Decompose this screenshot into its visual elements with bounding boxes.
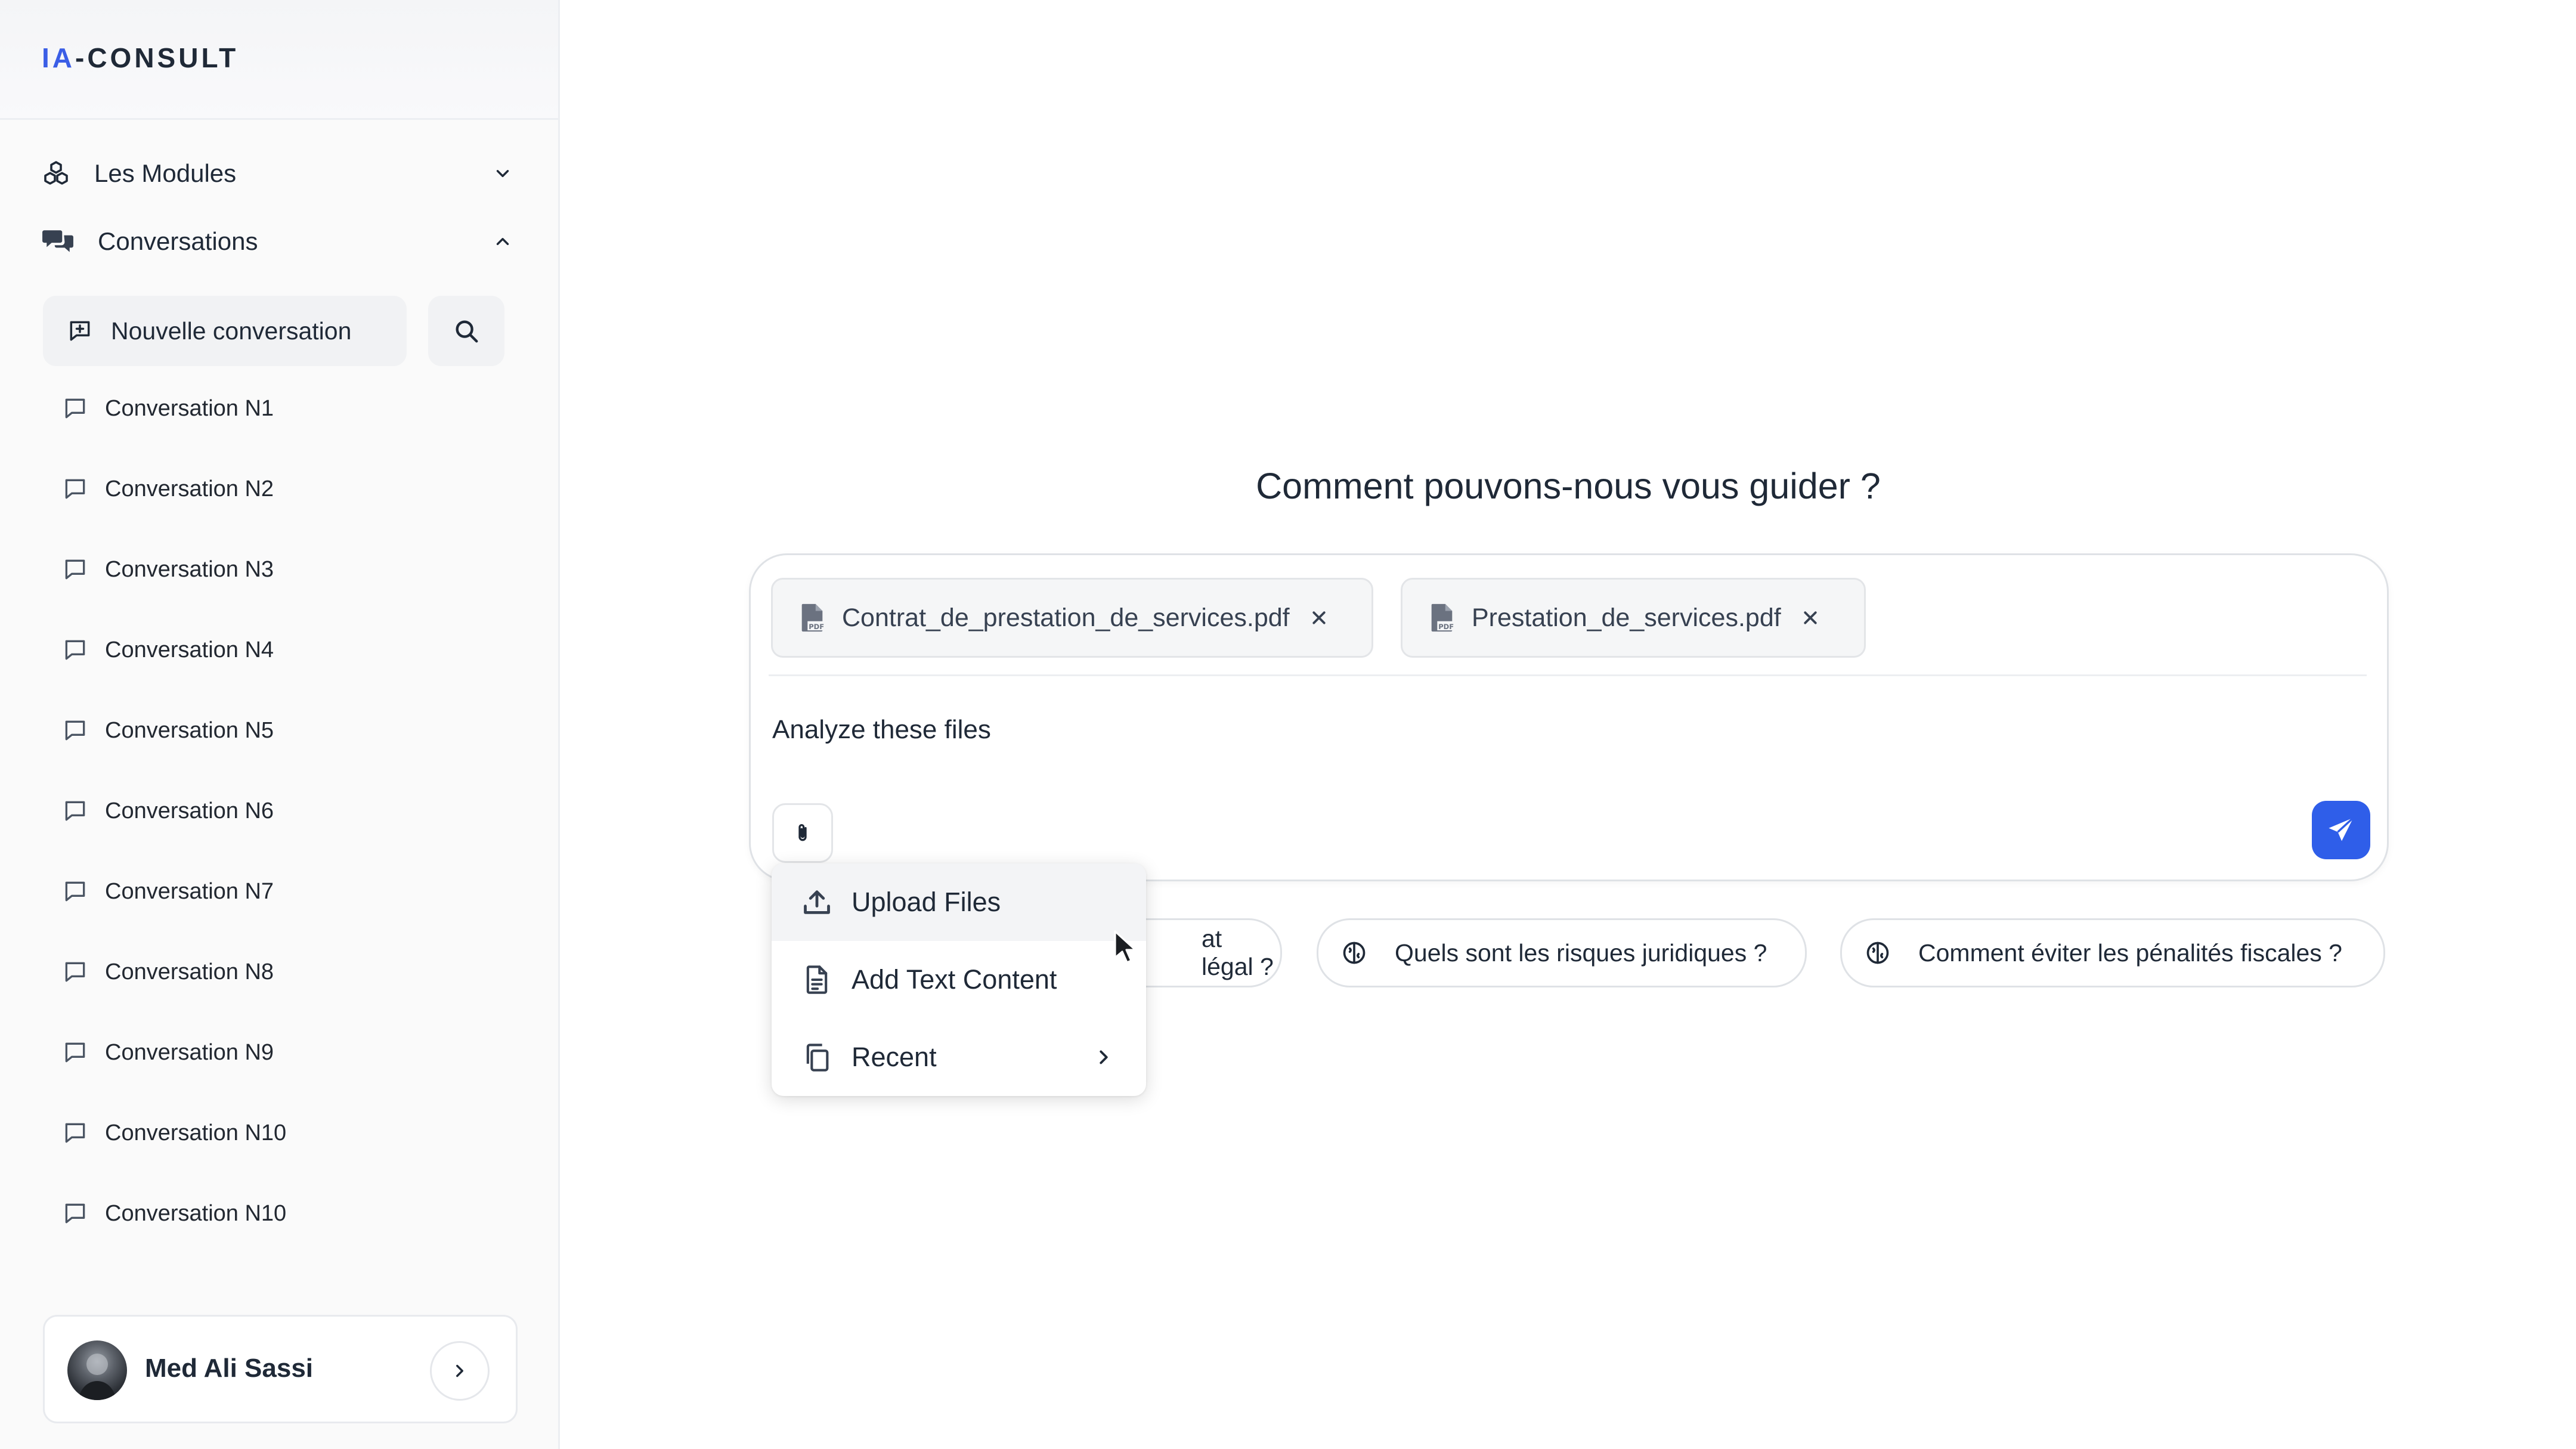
mouse-cursor-icon (1113, 929, 1137, 965)
chevron-right-icon (450, 1361, 470, 1381)
copy-icon (801, 1042, 832, 1073)
conversation-item[interactable]: Conversation N9 (62, 1032, 479, 1073)
nav-modules-label: Les Modules (94, 159, 237, 187)
suggestion-chip[interactable]: Comment éviter les pénalités fiscales ? (1840, 918, 2385, 987)
conversation-item[interactable]: Conversation N10 (62, 1112, 479, 1154)
chevron-right-icon (1092, 1046, 1115, 1069)
user-name: Med Ali Sassi (145, 1354, 314, 1383)
suggestion-label: Quels sont les risques juridiques ? (1395, 939, 1767, 967)
modules-icon (42, 159, 70, 188)
suggestion-chip[interactable]: Quels sont les risques juridiques ? (1317, 918, 1807, 987)
chat-bubble-icon (62, 637, 88, 663)
brain-icon (1865, 940, 1891, 966)
conversation-item[interactable]: Conversation N6 (62, 790, 479, 832)
conversation-label: Conversation N7 (105, 878, 274, 904)
new-conversation-button[interactable]: Nouvelle conversation (43, 296, 407, 366)
new-conversation-label: Nouvelle conversation (111, 317, 352, 345)
pdf-file-icon: PDF (799, 603, 825, 633)
pdf-file-icon: PDF (1429, 603, 1455, 633)
message-input[interactable]: Analyze these files (772, 715, 991, 745)
chat-bubble-icon (62, 395, 88, 422)
conversation-label: Conversation N5 (105, 717, 274, 743)
document-icon (801, 964, 832, 995)
chat-bubble-icon (62, 878, 88, 905)
suggestion-label: Comment éviter les pénalités fiscales ? (1918, 939, 2342, 967)
sidebar: IA-CONSULT Les Modules Conversations Nou… (0, 0, 560, 1449)
remove-attachment-icon[interactable] (1801, 609, 1819, 627)
chat-bubble-icon (62, 717, 88, 744)
chat-bubble-icon (62, 798, 88, 824)
conversation-label: Conversation N4 (105, 637, 274, 662)
conversation-item[interactable]: Conversation N5 (62, 710, 479, 751)
conversation-item[interactable]: Conversation N3 (62, 549, 479, 590)
send-button[interactable] (2312, 801, 2370, 859)
send-icon (2326, 815, 2357, 846)
logo-suffix: -CONSULT (75, 42, 239, 73)
attach-menu: Upload Files Add Text Content Recent (772, 863, 1146, 1096)
conversation-label: Conversation N2 (105, 476, 274, 501)
remove-attachment-icon[interactable] (1310, 609, 1328, 627)
menu-item-upload-files[interactable]: Upload Files (772, 863, 1146, 941)
chat-composer: PDF Contrat_de_prestation_de_services.pd… (749, 553, 2389, 881)
chat-bubble-icon (62, 1120, 88, 1146)
paperclip-icon (791, 821, 815, 845)
search-button[interactable] (428, 296, 504, 366)
sidebar-header: IA-CONSULT (0, 0, 558, 120)
conversation-label: Conversation N1 (105, 395, 274, 421)
conversation-item[interactable]: Conversation N4 (62, 629, 479, 671)
menu-item-add-text-content[interactable]: Add Text Content (772, 941, 1146, 1018)
avatar (67, 1340, 127, 1400)
conversation-item[interactable]: Conversation N10 (62, 1193, 479, 1234)
user-menu-button[interactable] (430, 1341, 490, 1401)
menu-item-recent[interactable]: Recent (772, 1018, 1146, 1096)
attach-button[interactable] (772, 803, 833, 863)
conversation-item[interactable]: Conversation N8 (62, 951, 479, 993)
brain-icon (1341, 940, 1367, 966)
svg-text:PDF: PDF (809, 623, 824, 631)
menu-item-label: Recent (852, 1042, 937, 1072)
attachment-name: Contrat_de_prestation_de_services.pdf (842, 603, 1290, 632)
new-chat-icon (67, 318, 93, 344)
conversation-item[interactable]: Conversation N7 (62, 871, 479, 912)
conversation-label: Conversation N6 (105, 798, 274, 823)
chat-bubble-icon (62, 556, 88, 583)
attachment-chip[interactable]: PDF Prestation_de_services.pdf (1401, 578, 1866, 658)
chat-bubble-icon (62, 1039, 88, 1066)
conversation-label: Conversation N3 (105, 556, 274, 582)
chat-bubble-icon (62, 1200, 88, 1227)
logo-prefix: IA (42, 42, 75, 73)
composer-divider (769, 674, 2367, 676)
attachment-name: Prestation_de_services.pdf (1472, 603, 1781, 632)
user-card[interactable]: Med Ali Sassi (43, 1315, 518, 1423)
chat-bubble-icon (62, 959, 88, 985)
page-title: Comment pouvons-nous vous guider ? (1256, 466, 1881, 506)
nav-conversations[interactable]: Conversations (42, 215, 513, 268)
nav-conversations-label: Conversations (98, 227, 258, 255)
chat-bubble-icon (62, 476, 88, 502)
attachment-chip[interactable]: PDF Contrat_de_prestation_de_services.pd… (771, 578, 1373, 658)
conversation-label: Conversation N10 (105, 1200, 287, 1226)
conversation-label: Conversation N10 (105, 1120, 287, 1145)
menu-item-label: Add Text Content (852, 964, 1057, 995)
chevron-down-icon (493, 163, 513, 184)
app-logo[interactable]: IA-CONSULT (42, 42, 239, 74)
chevron-up-icon (493, 231, 513, 252)
menu-item-label: Upload Files (852, 887, 1001, 917)
upload-icon (801, 887, 832, 918)
suggestion-label: at légal ? (1202, 925, 1274, 980)
svg-text:PDF: PDF (1438, 623, 1454, 631)
chat-bubbles-icon (42, 227, 74, 256)
conversation-item[interactable]: Conversation N1 (62, 388, 479, 429)
conversation-item[interactable]: Conversation N2 (62, 468, 479, 510)
conversation-label: Conversation N9 (105, 1039, 274, 1065)
conversation-label: Conversation N8 (105, 959, 274, 984)
search-icon (453, 317, 480, 345)
nav-modules[interactable]: Les Modules (42, 147, 513, 200)
